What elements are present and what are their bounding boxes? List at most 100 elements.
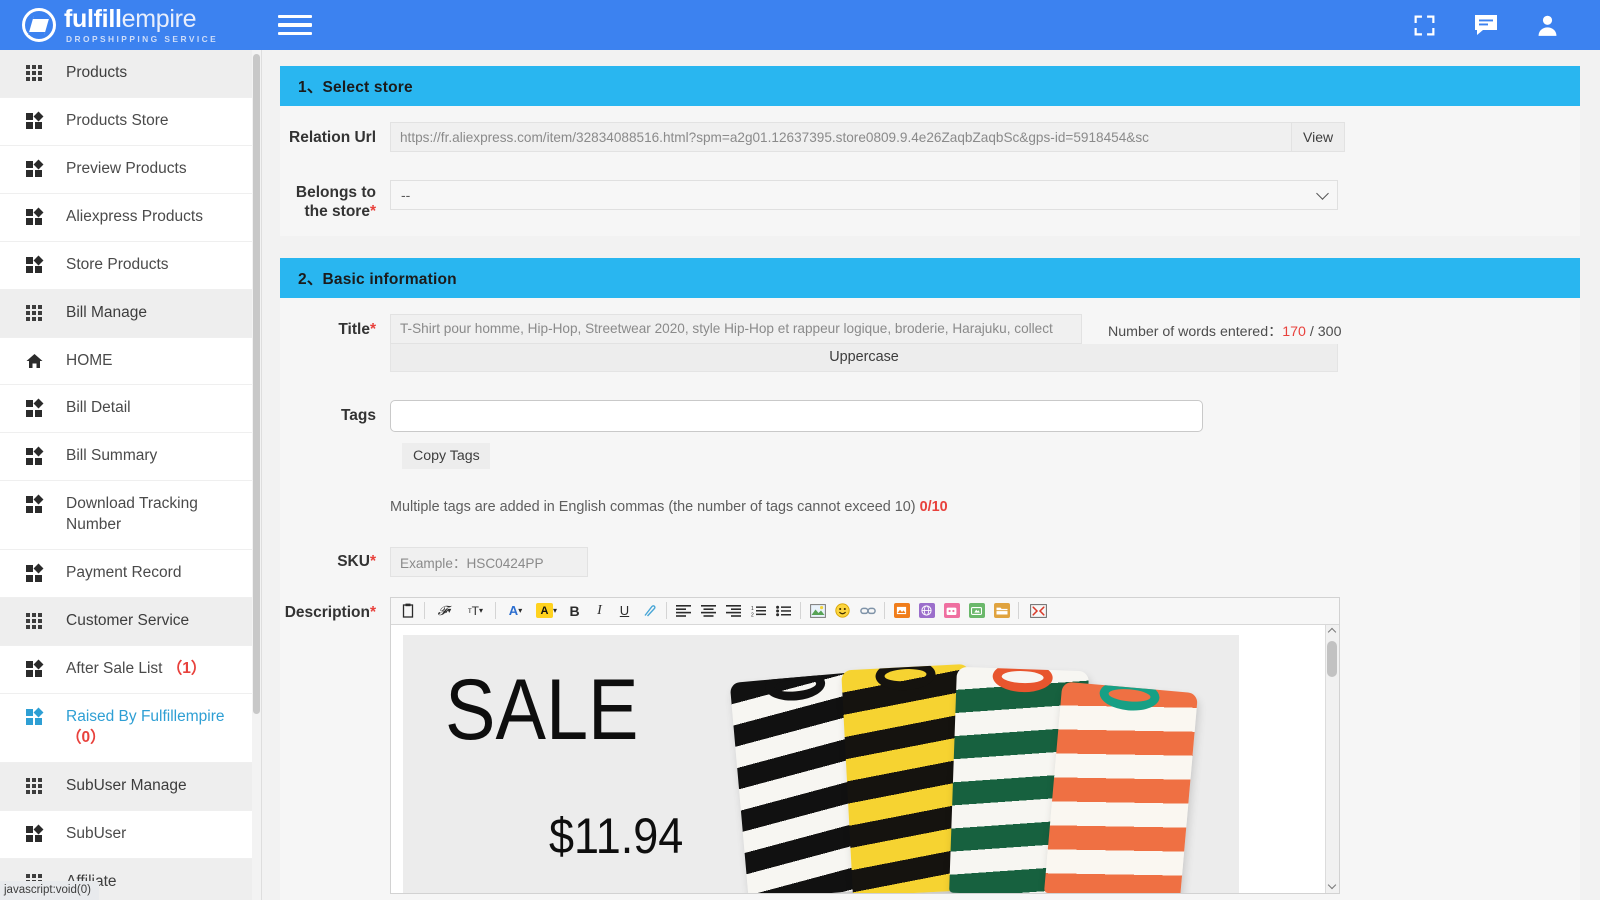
view-url-button[interactable]: View <box>1292 122 1345 152</box>
sidebar-item-preview-products[interactable]: Preview Products <box>0 146 262 194</box>
sidebar-item-after-sale-list[interactable]: After Sale List （1） <box>0 646 262 694</box>
relation-url-label: Relation Url <box>280 122 390 147</box>
svg-text:2: 2 <box>751 612 754 617</box>
price-text: $11.94 <box>549 811 683 861</box>
toolbar-divider <box>424 602 425 619</box>
underline-icon[interactable]: U <box>612 599 637 622</box>
sidebar-item-products[interactable]: Products <box>0 50 262 98</box>
sidebar-item-label: Products Store <box>66 111 250 132</box>
sidebar-scroll-area: Products Products Store Preview ProductsAl… <box>0 50 262 900</box>
hamburger-bar <box>278 23 312 26</box>
clear-format-icon[interactable] <box>637 599 662 622</box>
toolbar-divider <box>666 602 667 619</box>
logo-thin: empire <box>122 5 197 33</box>
sidebar-item-home[interactable]: HOME <box>0 338 262 386</box>
image-gallery-icon[interactable] <box>889 599 914 622</box>
home-icon <box>24 351 44 369</box>
grid-icon <box>24 776 44 794</box>
font-size-icon[interactable]: тT▾ <box>460 599 491 622</box>
sidebar-item-download-tracking-number[interactable]: Download Tracking Number <box>0 481 262 550</box>
editor-toolbar: 𝓕▾ тT▾ A▾ A▾ B I U <box>391 598 1339 625</box>
tshirt-photo <box>735 647 1225 893</box>
sidebar-item-subuser[interactable]: SubUser <box>0 811 262 859</box>
scroll-down-arrow-icon[interactable] <box>1326 881 1338 893</box>
sidebar-scrollbar-thumb[interactable] <box>253 54 260 714</box>
insert-link-icon[interactable] <box>855 599 880 622</box>
sidebar-item-customer-service[interactable]: Customer Service <box>0 598 262 646</box>
tags-label: Tags <box>280 400 390 425</box>
grid-icon <box>24 303 44 321</box>
uppercase-button[interactable]: Uppercase <box>390 344 1338 372</box>
sidebar-item-raised-by-fulfillempire[interactable]: Raised By Fulfillempire （0） <box>0 694 262 763</box>
scroll-up-arrow-icon[interactable] <box>1326 625 1338 637</box>
top-header: fulfillempire DROPSHIPPING SERVICE <box>0 0 1600 50</box>
ordered-list-icon[interactable]: 12 <box>746 599 771 622</box>
sidebar-item-aliexpress-products[interactable]: Aliexpress Products <box>0 194 262 242</box>
section-header-basic-information: 2、Basic information <box>280 258 1580 298</box>
fullscreen-icon[interactable] <box>1412 13 1437 38</box>
title-input[interactable]: T-Shirt pour homme, Hip-Hop, Streetwear … <box>390 314 1082 344</box>
sidebar-item-bill-summary[interactable]: Bill Summary <box>0 433 262 481</box>
belongs-to-store-select[interactable]: -- <box>390 180 1338 210</box>
description-editor: 𝓕▾ тT▾ A▾ A▾ B I U <box>390 597 1340 894</box>
unordered-list-icon[interactable] <box>771 599 796 622</box>
sidebar-item-label: Download Tracking Number <box>66 494 250 536</box>
sidebar-item-label: Raised By Fulfillempire （0） <box>66 707 250 749</box>
folder-icon[interactable] <box>989 599 1014 622</box>
logo-text: fulfillempire DROPSHIPPING SERVICE <box>64 7 218 43</box>
italic-icon[interactable]: I <box>587 599 612 622</box>
emoji-icon[interactable] <box>830 599 855 622</box>
align-center-icon[interactable] <box>696 599 721 622</box>
sidebar-item-payment-record[interactable]: Payment Record <box>0 550 262 598</box>
highlight-color-icon[interactable]: A▾ <box>531 599 562 622</box>
chevron-down-icon <box>1316 187 1329 200</box>
belongs-to-store-label: Belongs to the store* <box>280 180 390 222</box>
quad-icon <box>24 494 44 513</box>
sidebar-item-bill-detail[interactable]: Bill Detail <box>0 385 262 433</box>
sidebar-item-products-store[interactable]: Products Store <box>0 98 262 146</box>
sidebar-item-label: After Sale List （1） <box>66 659 250 680</box>
sidebar-item-label: Products <box>66 63 250 84</box>
relation-url-input[interactable]: https://fr.aliexpress.com/item/328340885… <box>390 122 1292 152</box>
tags-input[interactable] <box>390 400 1203 432</box>
align-right-icon[interactable] <box>721 599 746 622</box>
logo-subtitle: DROPSHIPPING SERVICE <box>64 35 218 43</box>
required-marker: * <box>370 321 376 338</box>
tags-hint-text: Multiple tags are added in English comma… <box>390 499 916 515</box>
sidebar-item-store-products[interactable]: Store Products <box>0 242 262 290</box>
sidebar-item-label: SubUser Manage <box>66 776 250 797</box>
insert-image-icon[interactable] <box>805 599 830 622</box>
editor-scrollbar-thumb[interactable] <box>1327 641 1337 677</box>
description-row: Description* 𝓕▾ тT▾ A▾ A▾ B I <box>280 597 1580 894</box>
text-color-icon[interactable]: A▾ <box>500 599 531 622</box>
toolbar-divider <box>884 602 885 619</box>
sidebar-item-label: Bill Manage <box>66 303 250 324</box>
sidebar-item-bill-manage[interactable]: Bill Manage <box>0 290 262 338</box>
editor-fullscreen-icon[interactable] <box>1023 599 1054 622</box>
user-icon[interactable] <box>1535 13 1560 38</box>
sidebar-item-badge: （0） <box>66 729 106 746</box>
copy-tags-button[interactable]: Copy Tags <box>402 443 490 469</box>
description-label: Description* <box>280 597 390 622</box>
toolbar-divider <box>495 602 496 619</box>
sku-input[interactable]: Example：HSC0424PP <box>390 547 588 577</box>
translate-icon[interactable] <box>914 599 939 622</box>
template-icon[interactable] <box>939 599 964 622</box>
sidebar-scrollbar[interactable] <box>252 50 261 900</box>
word-count-current: 170 <box>1282 324 1306 340</box>
app-logo[interactable]: fulfillempire DROPSHIPPING SERVICE <box>0 0 250 50</box>
message-icon[interactable] <box>1473 13 1499 37</box>
sidebar-navigation: Products Products Store Preview ProductsAl… <box>0 50 262 900</box>
sidebar-item-subuser-manage[interactable]: SubUser Manage <box>0 763 262 811</box>
sidebar-item-label: Store Products <box>66 255 250 276</box>
editor-scrollbar[interactable] <box>1325 625 1339 893</box>
title-row: Title* T-Shirt pour homme, Hip-Hop, Stre… <box>280 314 1580 372</box>
bold-icon[interactable]: B <box>562 599 587 622</box>
editor-content-area[interactable]: SALE $11.94 <box>391 625 1339 893</box>
paste-icon[interactable] <box>395 599 420 622</box>
header-actions <box>1412 13 1600 38</box>
video-icon[interactable] <box>964 599 989 622</box>
align-left-icon[interactable] <box>671 599 696 622</box>
font-family-icon[interactable]: 𝓕▾ <box>429 599 460 622</box>
menu-toggle-button[interactable] <box>278 10 312 40</box>
